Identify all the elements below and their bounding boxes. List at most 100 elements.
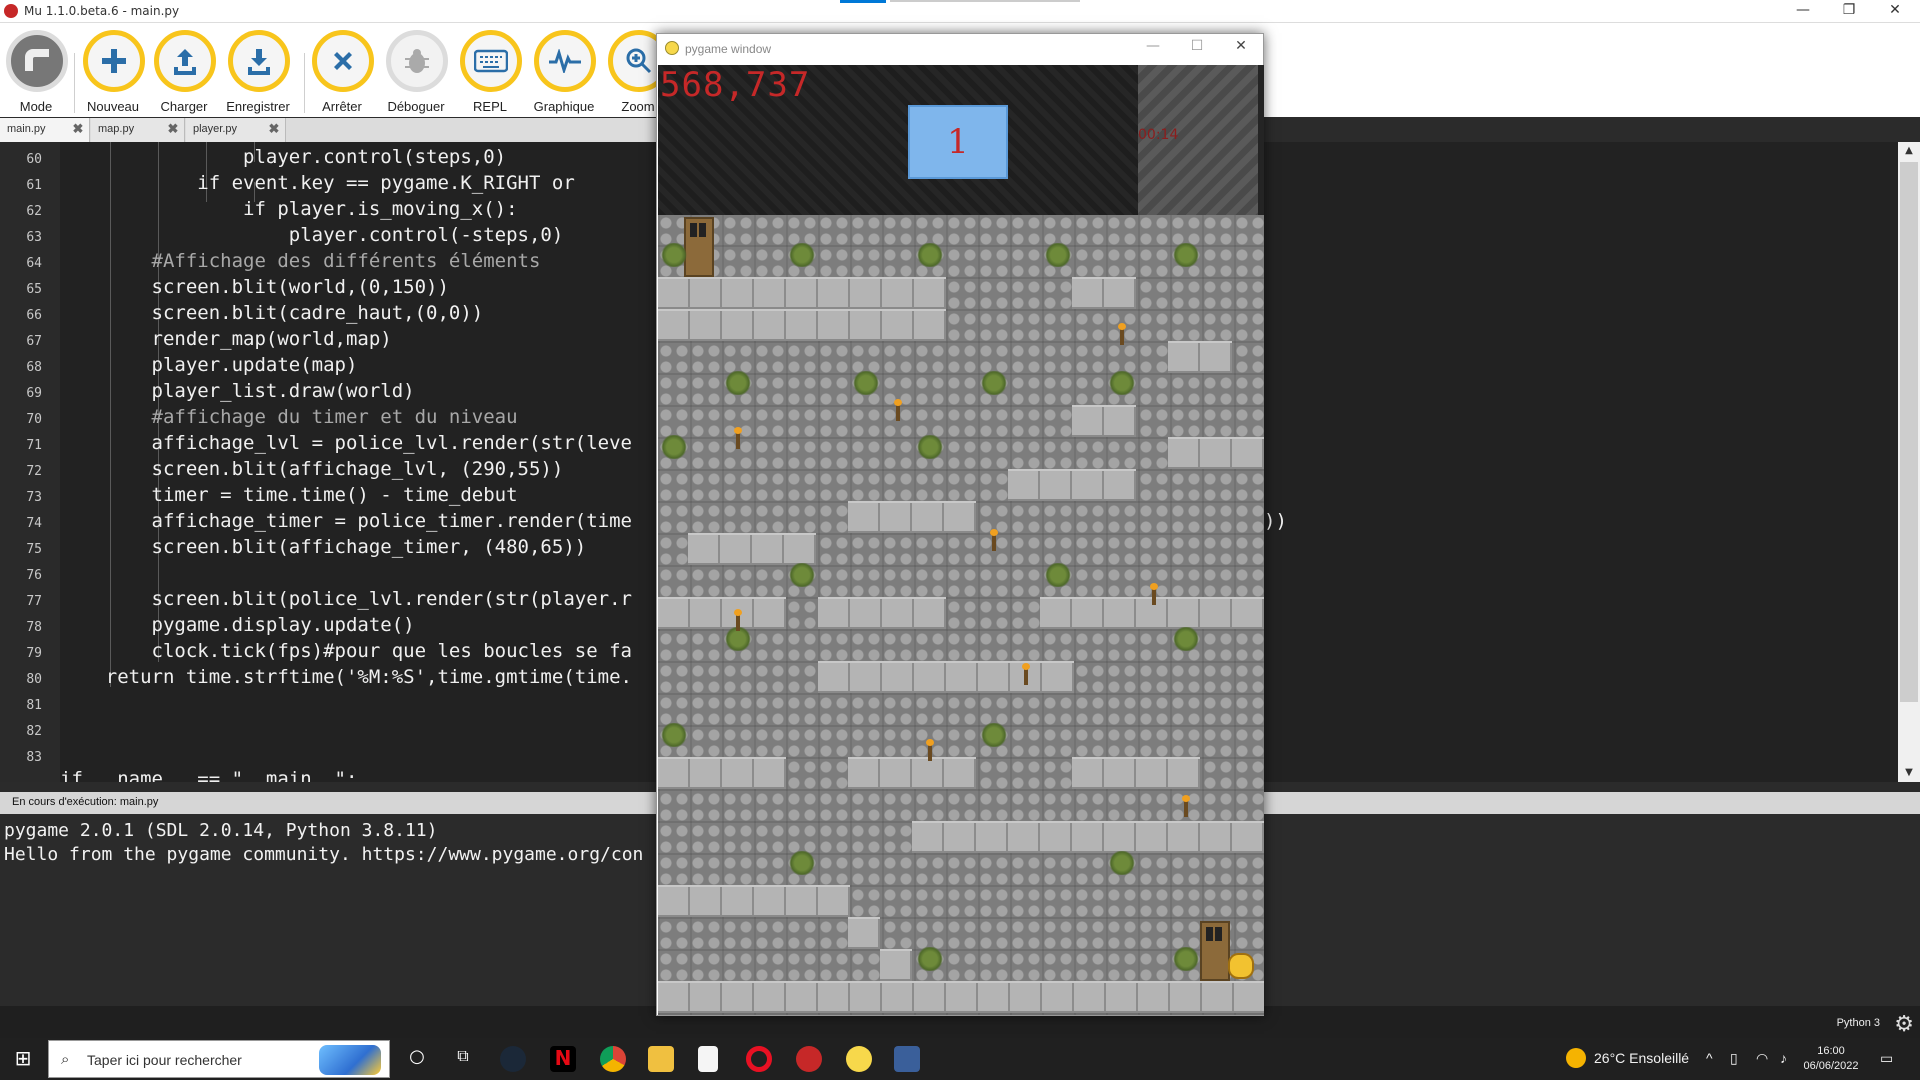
moss-tile — [1108, 371, 1136, 395]
file-tabs: main.py ✖ map.py ✖ player.py ✖ — [0, 118, 660, 142]
code-line: timer = time.time() - time_debut — [60, 484, 518, 506]
stone-platform — [658, 757, 786, 789]
moss-tile — [724, 371, 752, 395]
line-number: 72 — [26, 464, 42, 479]
tab-map-py[interactable]: map.py ✖ — [91, 118, 185, 142]
search-placeholder: Taper ici pour rechercher — [87, 1052, 242, 1068]
pygame-close-button[interactable]: ✕ — [1221, 38, 1261, 60]
line-number: 80 — [26, 672, 42, 687]
line-number: 70 — [26, 412, 42, 427]
line-number: 79 — [26, 646, 42, 661]
plotter-button[interactable]: Graphique — [528, 27, 600, 115]
mode-label: Mode — [19, 99, 53, 114]
moss-tile — [660, 435, 688, 459]
close-tab-icon[interactable]: ✖ — [267, 122, 281, 136]
active-app-icon[interactable] — [894, 1046, 920, 1072]
code-line: if __name__ == "__main__": — [60, 768, 358, 782]
mu-editor-icon[interactable] — [796, 1046, 822, 1072]
chrome-icon[interactable] — [600, 1046, 626, 1072]
pygame-maximize-button[interactable]: ☐ — [1177, 38, 1217, 60]
notifications-icon[interactable]: ▭ — [1880, 1050, 1893, 1067]
repl-button[interactable]: REPL — [454, 27, 526, 115]
weather-text[interactable]: 26°C Ensoleillé — [1594, 1050, 1689, 1066]
opera-icon[interactable] — [746, 1046, 772, 1072]
code-line: clock.tick(fps)#pour que les boucles se … — [60, 640, 632, 662]
save-button[interactable]: Enregistrer — [222, 27, 294, 115]
tab-label: player.py — [193, 123, 238, 135]
stone-platform — [658, 277, 946, 309]
stone-platform — [1072, 277, 1136, 309]
minimize-button[interactable]: — — [1780, 0, 1826, 22]
mode-button[interactable]: Mode — [0, 27, 72, 115]
game-canvas[interactable]: 568,737 1 00:14 — [658, 65, 1264, 1015]
moss-tile — [788, 851, 816, 875]
steam-icon[interactable] — [500, 1046, 526, 1072]
code-line: affichage_timer = police_timer.render(ti… — [60, 510, 632, 532]
volume-icon[interactable]: ♪ — [1780, 1050, 1787, 1066]
stop-button[interactable]: Arrêter — [306, 27, 378, 115]
torch-icon — [894, 399, 902, 421]
moss-tile — [1172, 947, 1200, 971]
maximize-button[interactable]: ❐ — [1826, 0, 1872, 22]
keyboard-icon — [460, 30, 522, 92]
close-tab-icon[interactable]: ✖ — [71, 122, 85, 136]
scroll-down-icon[interactable]: ▼ — [1898, 764, 1920, 782]
moss-tile — [980, 371, 1008, 395]
pygame-minimize-button[interactable]: — — [1133, 38, 1173, 60]
code-line: player.control(steps,0) — [60, 146, 507, 168]
new-button[interactable]: Nouveau — [77, 27, 149, 115]
stone-platform — [658, 597, 786, 629]
device-icon[interactable]: ▯ — [1730, 1050, 1738, 1067]
line-number: 67 — [26, 334, 42, 349]
stone-platform — [912, 821, 1264, 853]
pygame-icon[interactable] — [846, 1046, 872, 1072]
line-number: 61 — [26, 178, 42, 193]
scrollbar-thumb[interactable] — [1900, 162, 1918, 702]
code-line: return time.strftime('%M:%S',time.gmtime… — [60, 666, 632, 688]
level-box: 1 — [908, 105, 1008, 179]
chevron-up-icon[interactable]: ^ — [1706, 1050, 1713, 1066]
torch-icon — [1182, 795, 1190, 817]
editor-scrollbar[interactable]: ▲ ▼ — [1898, 142, 1920, 782]
upload-icon — [154, 30, 216, 92]
wifi-icon[interactable]: ◠ — [1756, 1050, 1768, 1067]
sun-weather-icon[interactable] — [1566, 1048, 1586, 1068]
cortana-icon[interactable]: ○ — [404, 1046, 430, 1072]
debug-button[interactable]: Déboguer — [380, 27, 452, 115]
plus-icon — [83, 30, 145, 92]
netflix-icon[interactable]: N — [550, 1046, 576, 1072]
stone-platform — [1008, 469, 1136, 501]
document-icon[interactable] — [698, 1046, 718, 1072]
line-number: 62 — [26, 204, 42, 219]
line-number: 76 — [26, 568, 42, 583]
stone-platform — [658, 885, 850, 917]
moss-tile — [1044, 243, 1072, 267]
file-explorer-icon[interactable] — [648, 1046, 674, 1072]
close-button[interactable]: ✕ — [1872, 0, 1918, 22]
load-button[interactable]: Charger — [148, 27, 220, 115]
line-number: 81 — [26, 698, 42, 713]
scroll-up-icon[interactable]: ▲ — [1898, 142, 1920, 160]
stone-platform — [848, 757, 976, 789]
line-number: 75 — [26, 542, 42, 557]
moss-tile — [1044, 563, 1072, 587]
stone-platform — [688, 533, 816, 565]
stone-platform — [1072, 405, 1136, 437]
tab-player-py[interactable]: player.py ✖ — [186, 118, 286, 142]
stone-platform — [658, 309, 946, 341]
game-map — [658, 215, 1264, 1015]
stone-platform — [848, 917, 880, 949]
pygame-snake-icon — [665, 41, 679, 55]
stone-platform — [1168, 341, 1232, 373]
pygame-window[interactable]: pygame window — ☐ ✕ 568,737 1 00:14 — [656, 33, 1264, 1016]
taskbar-search-box[interactable]: ⌕ Taper ici pour rechercher — [48, 1040, 390, 1078]
taskbar-clock[interactable]: 16:00 06/06/2022 — [1796, 1044, 1866, 1074]
exit-door — [1200, 921, 1230, 981]
tab-main-py[interactable]: main.py ✖ — [0, 118, 90, 142]
gear-icon[interactable]: ⚙ — [1894, 1012, 1914, 1037]
mode-icon — [6, 30, 68, 92]
line-number: 71 — [26, 438, 42, 453]
windows-start-icon[interactable]: ⊞ — [10, 1046, 36, 1072]
task-view-icon[interactable]: ⧉ — [450, 1046, 476, 1072]
close-tab-icon[interactable]: ✖ — [166, 122, 180, 136]
